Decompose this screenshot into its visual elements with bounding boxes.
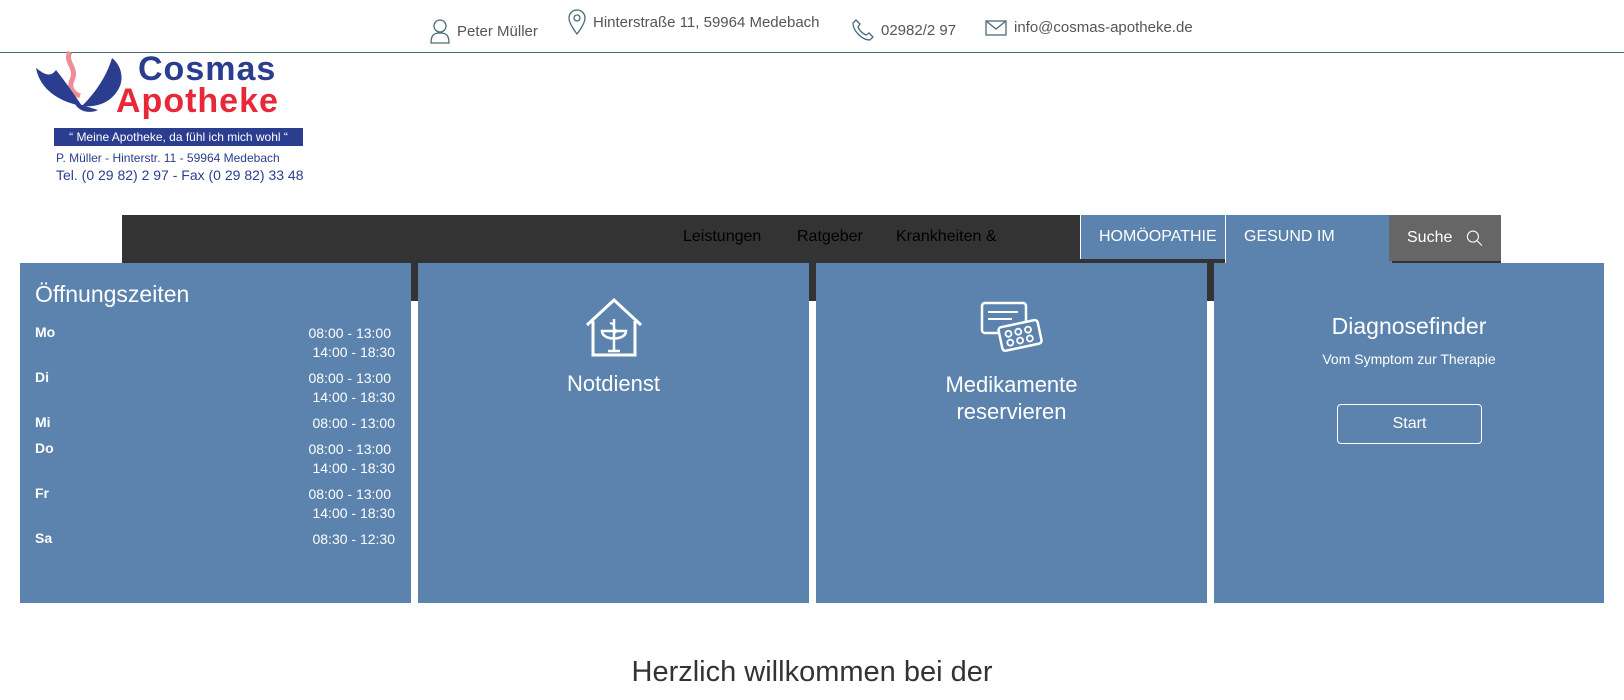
diagnosefinder-subtitle: Vom Symptom zur Therapie xyxy=(1322,351,1496,367)
search-button[interactable]: Suche xyxy=(1389,215,1501,261)
logo-phone-line: Tel. (0 29 82) 2 97 - Fax (0 29 82) 33 4… xyxy=(56,167,304,183)
medikamente-label-line2: reservieren xyxy=(956,399,1067,424)
search-label: Suche xyxy=(1407,229,1453,246)
search-icon xyxy=(1467,230,1483,246)
time-range: 14:00 - 18:30 xyxy=(312,389,395,405)
diagnosefinder-start-button[interactable]: Start xyxy=(1337,404,1482,444)
opening-hours-title: Öffnungszeiten xyxy=(35,281,190,307)
notdienst-card[interactable]: Notdienst xyxy=(418,263,809,603)
user-icon xyxy=(430,19,450,44)
nav-link-krankheiten[interactable]: Krankheiten & xyxy=(896,228,997,246)
time-range: 08:00 - 13:00 xyxy=(308,441,391,457)
time-range: 14:00 - 18:30 xyxy=(312,344,395,360)
contact-address: Hinterstraße 11, 59964 Medebach xyxy=(568,9,820,35)
logo-slogan: “ Meine Apotheke, da fühl ich mich wohl … xyxy=(54,128,303,146)
envelope-icon xyxy=(985,19,1007,36)
day-label: Mi xyxy=(35,414,51,430)
email-text: info@cosmas-apotheke.de xyxy=(1014,19,1193,36)
day-label: Do xyxy=(35,440,54,456)
owner-name: Peter Müller xyxy=(457,22,538,40)
notdienst-label: Notdienst xyxy=(567,371,660,396)
address-text: Hinterstraße 11, 59964 Medebach xyxy=(593,13,820,31)
time-range: 08:00 - 13:00 xyxy=(308,370,391,386)
day-label: Di xyxy=(35,369,49,385)
pharmacy-house-icon xyxy=(585,297,643,357)
pharmacy-logo[interactable]: Cosmas Apotheke “ Meine Apotheke, da füh… xyxy=(34,50,306,186)
time-range: 08:30 - 12:30 xyxy=(312,531,395,547)
logo-address-line: P. Müller - Hinterstr. 11 - 59964 Medeba… xyxy=(56,151,280,165)
time-range: 08:00 - 13:00 xyxy=(308,486,391,502)
medikamente-label-line1: Medikamente xyxy=(945,372,1078,397)
contact-owner: Peter Müller xyxy=(430,18,538,44)
location-pin-icon xyxy=(568,9,586,35)
day-label: Fr xyxy=(35,485,49,501)
medikamente-label: Medikamente reservieren xyxy=(816,371,1207,425)
time-range: 14:00 - 18:30 xyxy=(312,505,395,521)
contact-phone[interactable]: 02982/2 97 xyxy=(852,19,956,41)
phone-icon xyxy=(852,19,874,41)
time-range: 14:00 - 18:30 xyxy=(312,460,395,476)
contact-bar: Peter Müller Hinterstraße 11, 59964 Mede… xyxy=(0,0,1624,53)
day-label: Mo xyxy=(35,324,56,340)
logo-name-apotheke: Apotheke xyxy=(116,82,279,120)
diagnosefinder-card: Diagnosefinder Vom Symptom zur Therapie … xyxy=(1214,263,1604,603)
time-range: 08:00 - 13:00 xyxy=(308,325,391,341)
contact-email[interactable]: info@cosmas-apotheke.de xyxy=(985,19,1193,36)
time-range: 08:00 - 13:00 xyxy=(312,415,395,431)
nav-link-leistungen[interactable]: Leistungen xyxy=(683,228,761,246)
phone-text: 02982/2 97 xyxy=(881,21,957,39)
nav-tab-homoeopathie[interactable]: HOMÖOPATHIE xyxy=(1080,215,1225,259)
nav-link-ratgeber[interactable]: Ratgeber xyxy=(797,228,863,246)
day-label: Sa xyxy=(35,530,53,546)
welcome-heading: Herzlich willkommen bei der xyxy=(631,656,993,688)
opening-hours-card: Öffnungszeiten Mo 08:00 - 13:00 14:00 - … xyxy=(20,263,411,603)
medikamente-card[interactable]: Medikamente reservieren xyxy=(816,263,1207,603)
nav-tab-gesund-im[interactable]: GESUND IM xyxy=(1225,215,1392,263)
diagnosefinder-title: Diagnosefinder xyxy=(1331,313,1487,339)
medication-icon xyxy=(980,301,1043,353)
